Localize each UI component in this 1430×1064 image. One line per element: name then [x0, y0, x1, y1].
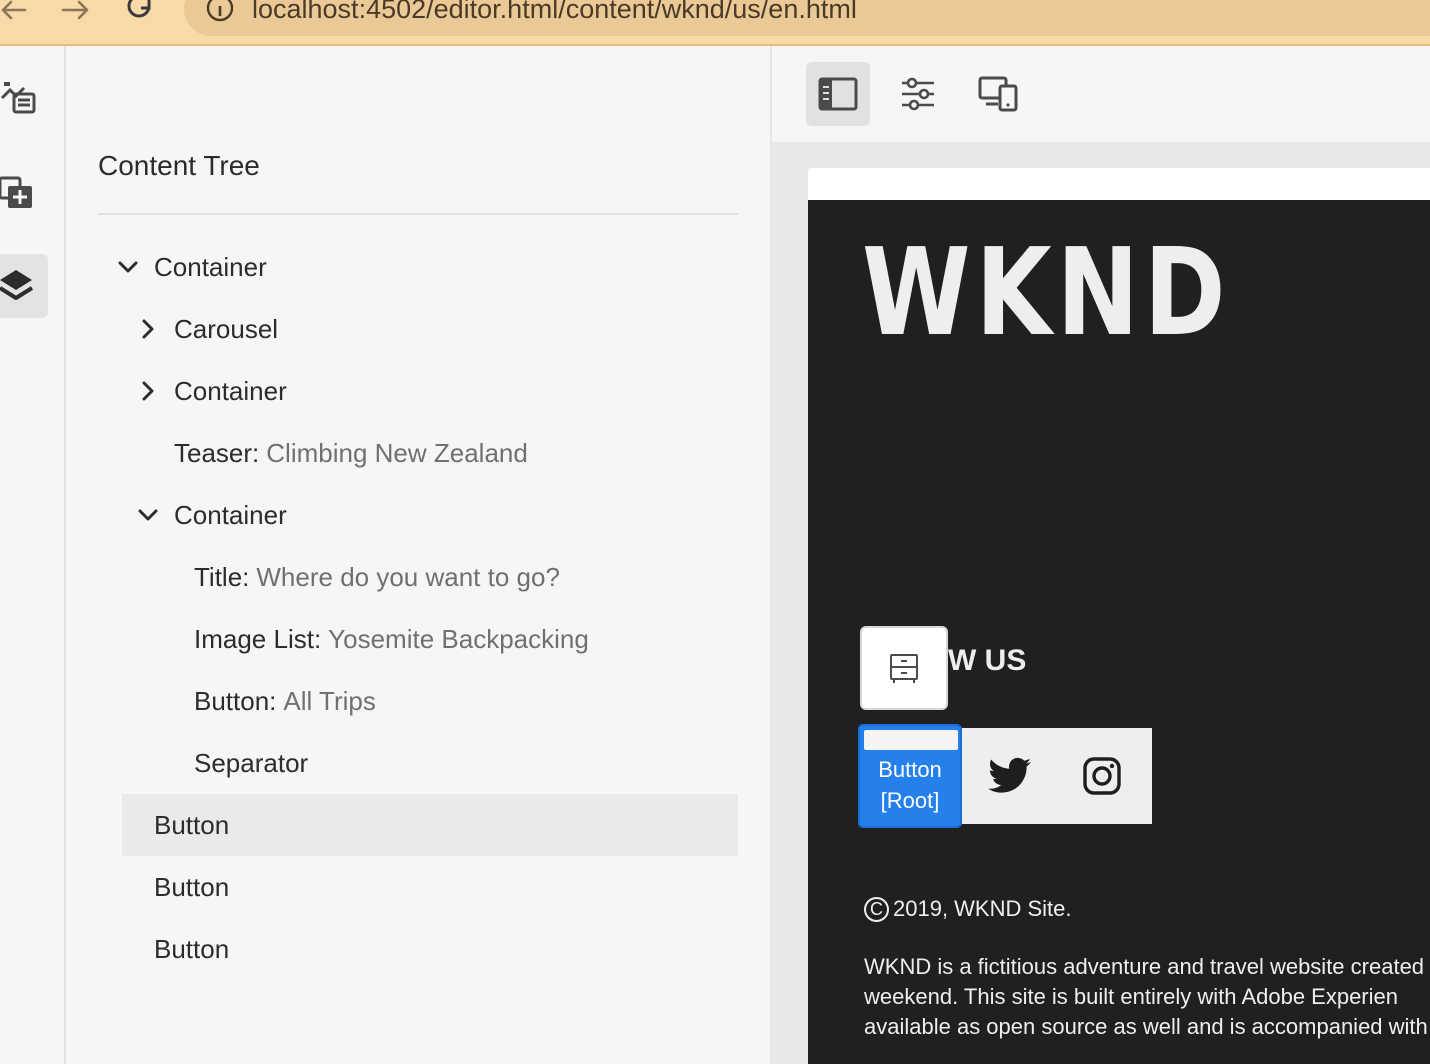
tree-item-label: Button: — [194, 685, 277, 716]
copyright: C 2019, WKND Site. — [864, 896, 1072, 922]
reload-button[interactable] — [124, 0, 156, 24]
assets-tab[interactable] — [0, 64, 48, 128]
editor-toolbar — [772, 46, 1430, 142]
components-tab[interactable] — [0, 160, 48, 224]
copyright-text: 2019, WKND Site. — [893, 896, 1072, 921]
side-panel-icon — [818, 77, 858, 111]
editor-area: WKND W US Button [Root] C 2019, WKND Sit… — [772, 46, 1430, 1064]
divider — [98, 213, 738, 215]
arrow-left-icon — [1, 0, 27, 20]
canvas-header — [808, 168, 1430, 200]
forward-button[interactable] — [60, 0, 92, 24]
drawer-icon — [890, 654, 918, 683]
tree-item-value: Yosemite Backpacking — [328, 623, 589, 654]
tree-item-label: Container — [174, 499, 287, 530]
tree-item[interactable]: Button: All Trips — [66, 670, 738, 732]
tree-item-text: Image List: Yosemite Backpacking — [194, 624, 589, 655]
tree-item[interactable]: Separator — [66, 732, 738, 794]
info-icon[interactable] — [206, 0, 234, 26]
about-line: WKND is a fictitious adventure and trave… — [864, 954, 1425, 979]
overlay-toolbar-strip — [864, 730, 958, 750]
instagram-icon — [1083, 757, 1121, 795]
tree-item-label: Separator — [194, 747, 309, 778]
tree-item-label: Image List: — [194, 623, 322, 654]
arrow-right-icon — [61, 0, 89, 20]
about-line: weekend. This site is built entirely wit… — [864, 984, 1398, 1009]
tree-item-value: Where do you want to go? — [256, 561, 560, 592]
tree-item-label: Carousel — [174, 313, 279, 344]
overlay-label-line2: [Root] — [880, 788, 940, 813]
instagram-link[interactable] — [1078, 752, 1126, 800]
tree-item[interactable]: Title: Where do you want to go? — [66, 546, 738, 608]
component-drag-handle[interactable] — [860, 626, 948, 710]
browser-toolbar: localhost:4502/editor.html/content/wknd/… — [0, 0, 1430, 46]
site-preview: WKND W US Button [Root] C 2019, WKND Sit… — [808, 200, 1430, 1064]
page-properties-button[interactable] — [886, 62, 950, 126]
chevron-down-icon[interactable] — [136, 503, 160, 527]
about-text: WKND is a fictitious adventure and trave… — [864, 952, 1430, 1042]
panel-title: Content Tree — [98, 150, 260, 181]
back-button[interactable] — [0, 0, 28, 24]
assets-icon — [0, 82, 36, 114]
tree-item-value: Climbing New Zealand — [266, 437, 528, 468]
tree-item[interactable]: Container — [66, 484, 738, 546]
tree-item[interactable]: Container — [66, 360, 738, 422]
tree-item-label: Container — [154, 251, 267, 282]
overlay-label-line1: Button — [878, 757, 942, 782]
twitter-link[interactable] — [986, 752, 1034, 800]
tree-item[interactable]: Button — [122, 794, 738, 856]
tree-item-label: Container — [174, 375, 287, 406]
tree-item[interactable]: Teaser: Climbing New Zealand — [66, 422, 738, 484]
properties-icon — [902, 77, 934, 111]
overlay-label: Button [Root] — [860, 754, 960, 816]
layers-icon — [0, 270, 34, 300]
tree-item-label: Button — [154, 933, 230, 964]
tree-item-label: Button — [154, 871, 230, 902]
tree-item[interactable]: Carousel — [66, 298, 738, 360]
tree-item-value: All Trips — [283, 685, 376, 716]
copyright-icon: C — [864, 896, 889, 922]
twitter-icon — [988, 757, 1031, 793]
url-text[interactable]: localhost:4502/editor.html/content/wknd/… — [252, 0, 857, 26]
emulator-icon — [978, 76, 1018, 112]
chevron-right-icon[interactable] — [136, 379, 160, 403]
chevron-down-icon[interactable] — [116, 255, 140, 279]
about-line: available as open source as well and is … — [864, 1014, 1428, 1039]
content-tree-panel: Content Tree Container Carousel Container T… — [66, 46, 772, 1064]
page-canvas: WKND W US Button [Root] C 2019, WKND Sit… — [808, 168, 1430, 1064]
emulator-button[interactable] — [966, 62, 1030, 126]
tree-item-text: Title: Where do you want to go? — [194, 562, 560, 593]
tree-item-text: Button: All Trips — [194, 686, 376, 717]
chevron-right-icon[interactable] — [136, 317, 160, 341]
tree-item[interactable]: Image List: Yosemite Backpacking — [66, 608, 738, 670]
wknd-logo[interactable]: WKND — [862, 234, 1231, 354]
components-icon — [0, 176, 32, 208]
tree-item-text: Teaser: Climbing New Zealand — [174, 438, 528, 469]
tree-item-label: Title: — [194, 561, 250, 592]
tree-item[interactable]: Button — [66, 918, 738, 980]
toggle-side-panel-button[interactable] — [806, 62, 870, 126]
content-tree-tab[interactable] — [0, 254, 48, 318]
tree-item[interactable]: Container — [66, 236, 738, 298]
selected-component-overlay[interactable]: Button [Root] — [858, 724, 962, 828]
tree-item-label: Teaser: — [174, 437, 260, 468]
side-rail — [0, 46, 66, 1064]
tree-item[interactable]: Button — [66, 856, 738, 918]
follow-us-heading[interactable]: W US — [948, 644, 1026, 678]
tree-item-label: Button — [154, 809, 230, 840]
reload-icon — [127, 0, 151, 18]
